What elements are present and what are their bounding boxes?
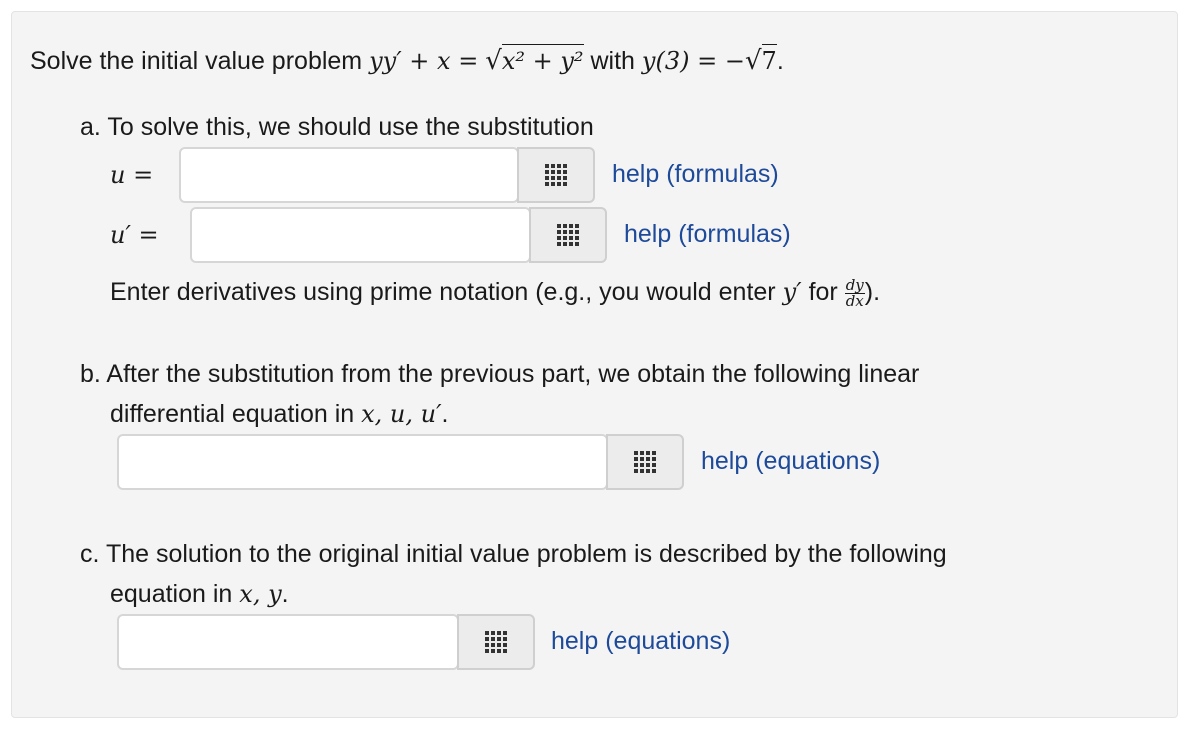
u-prime-label: u′ = xyxy=(110,221,159,249)
period: . xyxy=(776,47,784,75)
u-prime-input[interactable] xyxy=(190,207,531,263)
grid-icon xyxy=(634,451,656,473)
linear-de-palette-button[interactable] xyxy=(606,434,684,490)
sqrt-expression: √x² + y² xyxy=(485,44,584,76)
grid-icon xyxy=(557,224,579,246)
u-palette-button[interactable] xyxy=(517,147,595,203)
part-b-suffix: . xyxy=(441,400,449,428)
part-c-suffix: . xyxy=(281,580,289,608)
solution-palette-button[interactable] xyxy=(457,614,535,670)
part-c-line1: c. The solution to the original initial … xyxy=(80,540,947,568)
part-b-line2-prefix: differential equation in xyxy=(110,400,355,428)
note-prefix: Enter derivatives using prime notation (… xyxy=(110,278,776,306)
part-c-line2-prefix: equation in xyxy=(110,580,233,608)
sqrt-seven: √7 xyxy=(744,44,777,76)
problem-with: with xyxy=(590,47,635,75)
help-formulas-link-u-prime[interactable]: help (formulas) xyxy=(624,219,791,249)
note-var: y′ xyxy=(782,278,802,306)
part-a-prompt: a. To solve this, we should use the subs… xyxy=(80,113,594,141)
problem-prefix: Solve the initial value problem xyxy=(30,47,363,75)
part-b-line1: b. After the substitution from the previ… xyxy=(80,360,920,388)
linear-de-input[interactable] xyxy=(117,434,608,490)
u-prime-palette-button[interactable] xyxy=(529,207,607,263)
ic-radicand: 7 xyxy=(761,44,777,76)
help-formulas-link-u[interactable]: help (formulas) xyxy=(612,159,779,189)
grid-icon xyxy=(545,164,567,186)
u-label: u = xyxy=(110,161,154,189)
initial-condition: y(3) = − xyxy=(641,47,745,75)
part-b-vars: x, u, u′ xyxy=(361,400,442,428)
dy-dx-fraction: dy dx xyxy=(844,277,865,310)
solution-input[interactable] xyxy=(117,614,459,670)
derivative-note: Enter derivatives using prime notation (… xyxy=(110,277,880,309)
problem-lhs: yy′ + x = xyxy=(369,47,479,75)
radicand: x² + y² xyxy=(501,44,584,76)
help-equations-link-c[interactable]: help (equations) xyxy=(551,626,730,656)
problem-statement: Solve the initial value problem yy′ + x … xyxy=(30,44,784,76)
help-equations-link-b[interactable]: help (equations) xyxy=(701,446,880,476)
part-c-line2: equation in x, y. xyxy=(110,579,289,609)
part-c-vars: x, y xyxy=(239,580,282,608)
grid-icon xyxy=(485,631,507,653)
fraction-denominator: dx xyxy=(845,291,864,310)
part-b-line2: differential equation in x, u, u′. xyxy=(110,399,449,429)
u-input[interactable] xyxy=(179,147,519,203)
note-suffix: ). xyxy=(864,278,881,306)
note-for: for xyxy=(808,278,838,306)
